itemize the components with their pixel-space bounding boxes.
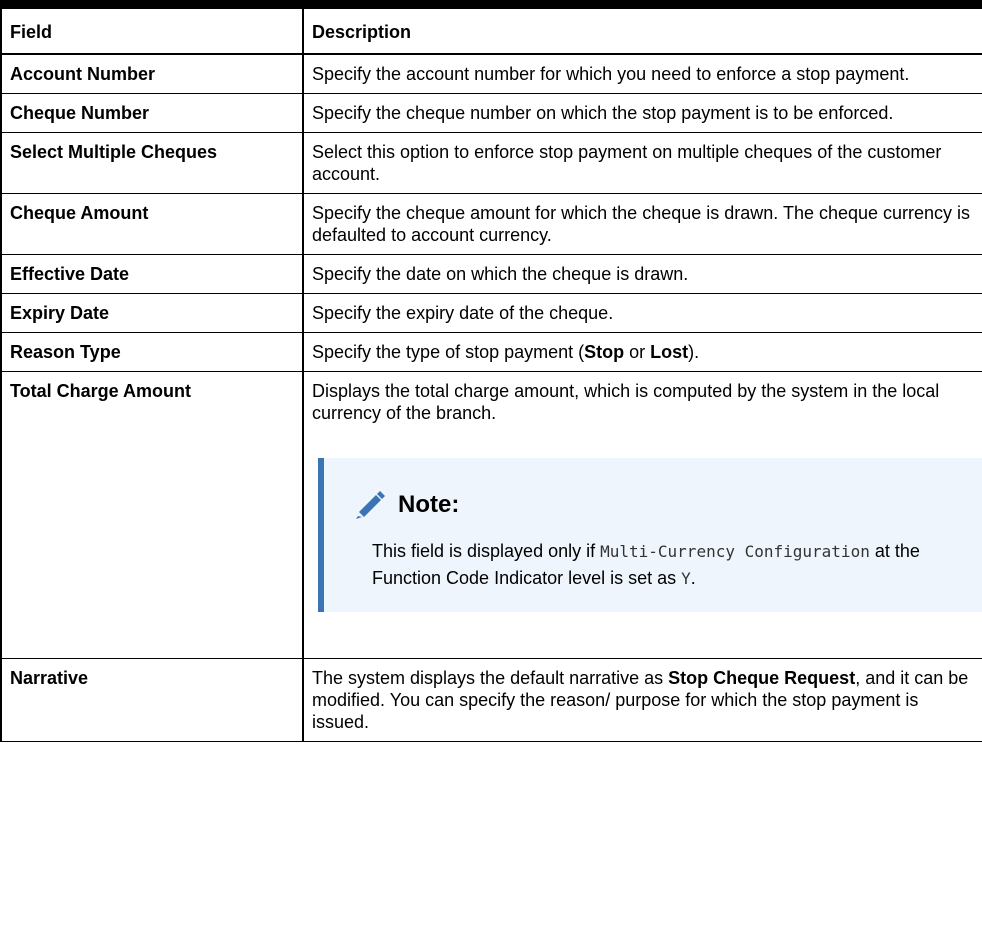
table-row: Total Charge Amount Displays the total c… bbox=[0, 371, 982, 659]
table-row: Account Number Specify the account numbe… bbox=[0, 53, 982, 94]
field-name: Cheque Amount bbox=[0, 193, 304, 255]
field-description-table: Field Description Account Number Specify… bbox=[0, 8, 982, 742]
field-name: Expiry Date bbox=[0, 293, 304, 333]
desc-text: Specify the type of stop payment ( bbox=[312, 342, 585, 362]
note-title: Note: bbox=[398, 491, 460, 518]
field-description: Displays the total charge amount, which … bbox=[302, 371, 982, 659]
field-description: Specify the cheque number on which the s… bbox=[302, 93, 982, 133]
header-description: Description bbox=[302, 8, 982, 55]
note-text: This field is displayed only if bbox=[372, 541, 601, 561]
field-description: Specify the expiry date of the cheque. bbox=[302, 293, 982, 333]
desc-text: The system displays the default narrativ… bbox=[312, 668, 669, 688]
note-box: Note: This field is displayed only if Mu… bbox=[318, 458, 982, 612]
field-name: Effective Date bbox=[0, 254, 304, 294]
field-name: Cheque Number bbox=[0, 93, 304, 133]
desc-bold-lost: Lost bbox=[650, 342, 689, 362]
note-header: Note: bbox=[352, 490, 963, 520]
desc-text: ). bbox=[688, 342, 700, 362]
note-code: Multi-Currency Configuration bbox=[600, 542, 870, 561]
note-text: . bbox=[690, 568, 696, 588]
table-row: Effective Date Specify the date on which… bbox=[0, 254, 982, 294]
field-name: Reason Type bbox=[0, 332, 304, 372]
table-row: Cheque Amount Specify the cheque amount … bbox=[0, 193, 982, 255]
header-field: Field bbox=[0, 8, 304, 55]
field-name: Select Multiple Cheques bbox=[0, 132, 304, 194]
table-row: Expiry Date Specify the expiry date of t… bbox=[0, 293, 982, 333]
desc-bold-narrative: Stop Cheque Request bbox=[668, 668, 856, 688]
note-body: This field is displayed only if Multi-Cu… bbox=[352, 538, 963, 592]
field-description: Specify the type of stop payment (Stop o… bbox=[302, 332, 982, 372]
field-name: Narrative bbox=[0, 658, 304, 742]
table-row: Select Multiple Cheques Select this opti… bbox=[0, 132, 982, 194]
top-rule bbox=[0, 0, 982, 8]
pencil-icon bbox=[352, 490, 386, 520]
table-row: Reason Type Specify the type of stop pay… bbox=[0, 332, 982, 372]
field-description: Specify the account number for which you… bbox=[302, 53, 982, 94]
field-description: Select this option to enforce stop payme… bbox=[302, 132, 982, 194]
field-description: Specify the cheque amount for which the … bbox=[302, 193, 982, 255]
field-description: The system displays the default narrativ… bbox=[302, 658, 982, 742]
table-header-row: Field Description bbox=[0, 8, 982, 55]
table-row: Cheque Number Specify the cheque number … bbox=[0, 93, 982, 133]
table-row: Narrative The system displays the defaul… bbox=[0, 658, 982, 742]
field-description: Specify the date on which the cheque is … bbox=[302, 254, 982, 294]
note-code: Y bbox=[681, 569, 691, 588]
desc-text: Displays the total charge amount, which … bbox=[312, 381, 940, 423]
desc-text: or bbox=[624, 342, 651, 362]
field-name: Total Charge Amount bbox=[0, 371, 304, 659]
desc-bold-stop: Stop bbox=[584, 342, 625, 362]
field-name: Account Number bbox=[0, 53, 304, 94]
